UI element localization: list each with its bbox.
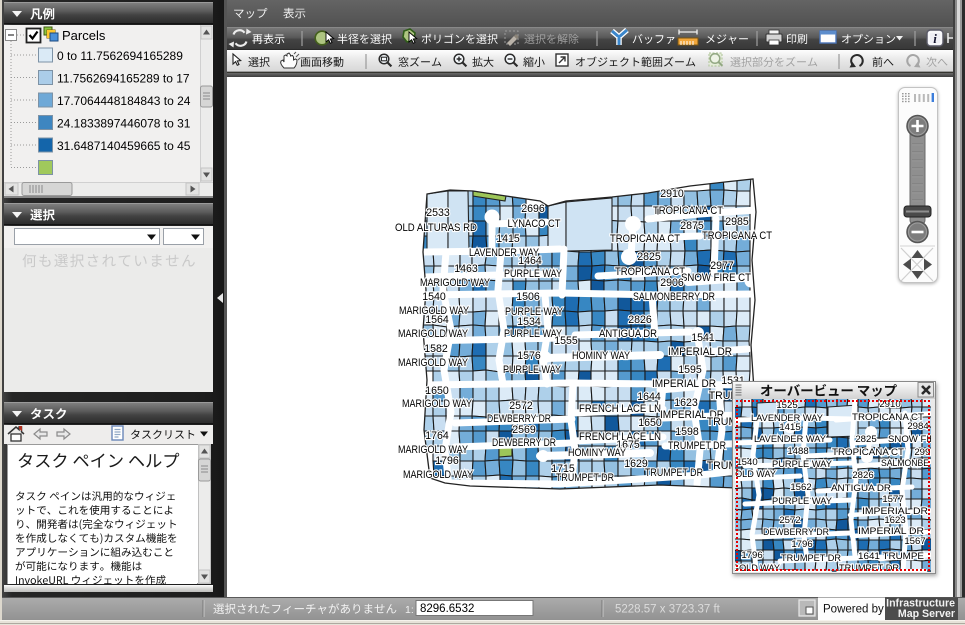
svg-text:1:: 1: — [405, 604, 414, 616]
svg-text:8296.6532: 8296.6532 — [420, 603, 474, 615]
svg-text:Powered by: Powered by — [823, 604, 884, 616]
svg-text:5228.57 x 3723.37 ft: 5228.57 x 3723.37 ft — [615, 604, 721, 616]
svg-text:Map Server: Map Server — [898, 608, 955, 620]
